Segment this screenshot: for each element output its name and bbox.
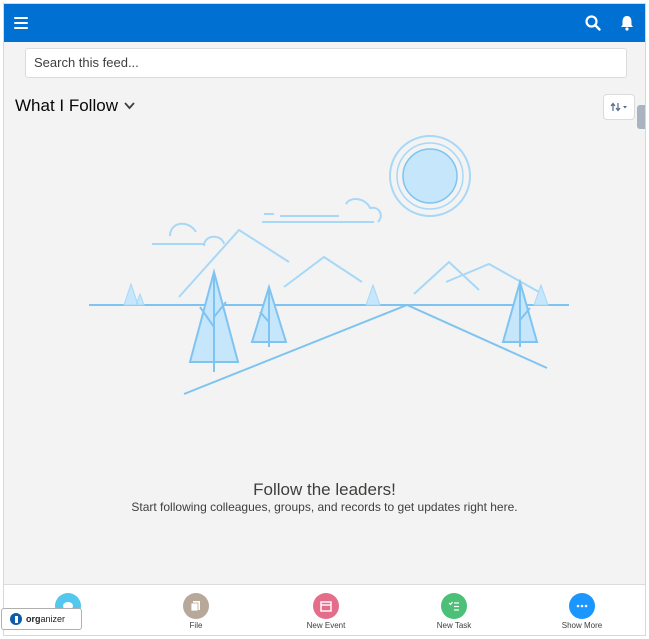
sort-button[interactable] [603, 94, 635, 120]
top-nav-bar [4, 4, 645, 42]
side-panel-tab[interactable] [637, 105, 645, 129]
search-icon[interactable] [584, 14, 602, 32]
organizer-label: organizer [26, 614, 66, 624]
action-label: File [189, 621, 203, 630]
hamburger-icon[interactable] [14, 17, 28, 29]
more-icon [569, 593, 595, 619]
sort-arrows-icon [610, 102, 627, 112]
bell-icon[interactable] [618, 14, 636, 32]
show-more-action-button[interactable]: Show More [537, 593, 627, 630]
empty-state-subtitle: Start following colleagues, groups, and … [131, 500, 518, 514]
organizer-extension-button[interactable]: organizer [1, 608, 82, 630]
publisher-action-bar: File New Event New Task Show More [4, 584, 645, 635]
empty-state-title: Follow the leaders! [253, 480, 396, 499]
file-icon [183, 593, 209, 619]
task-icon [441, 593, 467, 619]
action-label: New Task [436, 621, 472, 630]
feed-title-label: What I Follow [15, 96, 118, 115]
action-label: New Event [306, 621, 346, 630]
feed-filter-dropdown[interactable]: What I Follow [15, 96, 135, 116]
new-task-action-button[interactable]: New Task [409, 593, 499, 630]
new-event-action-button[interactable]: New Event [281, 593, 371, 630]
search-input[interactable]: Search this feed... [25, 48, 627, 78]
empty-feed-illustration [89, 135, 569, 395]
file-action-button[interactable]: File [151, 593, 241, 630]
calendar-icon [313, 593, 339, 619]
app-frame: Search this feed... What I Follow Follow… [3, 3, 646, 636]
chevron-down-icon [124, 102, 135, 110]
action-label: Show More [561, 621, 603, 630]
organizer-logo-icon [10, 613, 22, 625]
